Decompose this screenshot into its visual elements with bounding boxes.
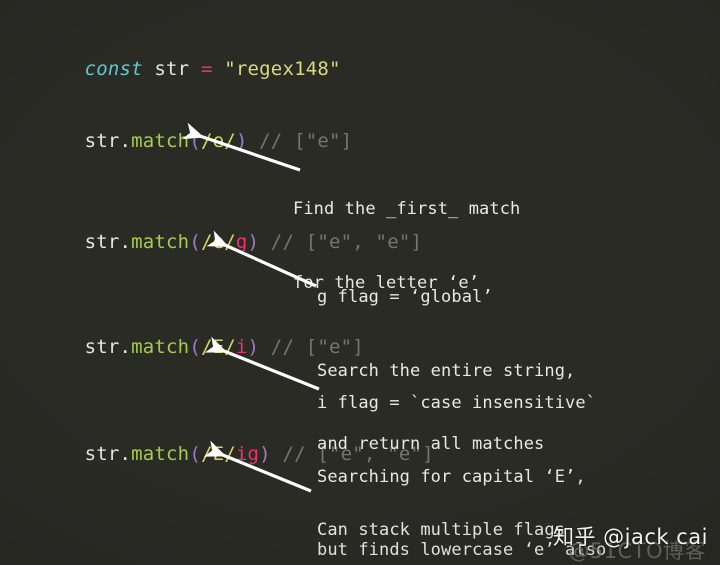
arrow-to-flag-ig <box>203 440 312 493</box>
arrow-to-regex-e <box>182 122 301 172</box>
code-illustration-canvas: const str = "regex148" str.match(/e/) //… <box>0 0 720 565</box>
arrow-to-flag-i <box>204 336 320 391</box>
arrow-to-flag-g <box>206 230 317 288</box>
watermark-zhihu-author: 知乎 @jack cai <box>552 525 708 549</box>
annotation-arrows-group <box>182 122 320 493</box>
